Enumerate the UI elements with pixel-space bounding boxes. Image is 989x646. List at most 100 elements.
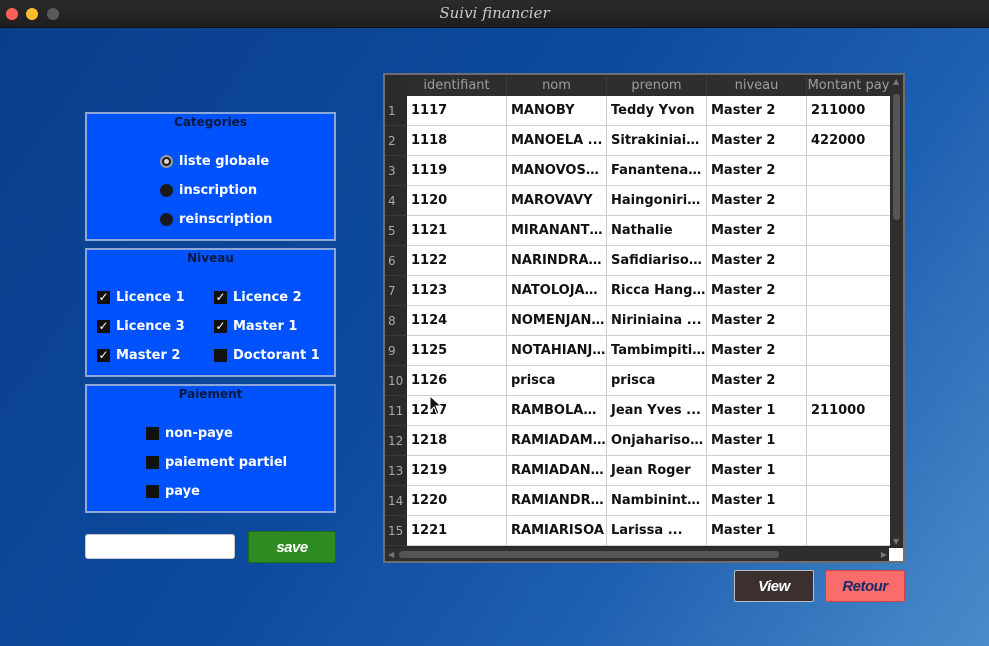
table-cell[interactable]: RAMBOLAMA... xyxy=(507,396,607,426)
row-number[interactable]: 15 xyxy=(385,516,407,546)
table-row[interactable]: 1126 prisca prisca Master 2 xyxy=(407,366,891,396)
view-button[interactable]: View xyxy=(734,570,814,602)
table-cell[interactable]: Jean Yves ... xyxy=(607,396,707,426)
table-row[interactable]: 1120MAROVAVYHaingonirina ...Master 2 xyxy=(407,186,891,216)
table-cell[interactable]: Master 2 xyxy=(707,306,807,336)
column-header[interactable]: nom xyxy=(507,76,607,96)
table-cell[interactable]: Teddy Yvon xyxy=(607,96,707,126)
table-cell[interactable]: Niriniaina ... xyxy=(607,306,707,336)
table-cell[interactable]: 1123 xyxy=(407,276,507,306)
table-row[interactable]: 1117 MANOBY Teddy Yvon Master 2 211000 xyxy=(407,96,891,126)
table-cell[interactable] xyxy=(807,486,891,516)
row-number[interactable]: 6 xyxy=(385,246,407,276)
table-cell[interactable] xyxy=(807,336,891,366)
radio-inscription[interactable]: inscription xyxy=(160,183,257,198)
table-row[interactable]: 1221 RAMIARISOA Larissa ... Master 1 xyxy=(407,516,891,546)
table-cell[interactable]: Master 2 xyxy=(707,156,807,186)
table-cell[interactable]: 1126 xyxy=(407,366,507,396)
table-cell[interactable] xyxy=(807,516,891,546)
table-cell[interactable] xyxy=(807,186,891,216)
table-cell[interactable]: Master 2 xyxy=(707,126,807,156)
vertical-scroll-thumb[interactable] xyxy=(893,94,900,220)
table-cell[interactable] xyxy=(807,276,891,306)
table-cell[interactable]: Nathalie xyxy=(607,216,707,246)
table-row[interactable]: 1125NOTAHIANJA...Tambimpitiav...Master 2 xyxy=(407,336,891,366)
table-cell[interactable]: Master 2 xyxy=(707,336,807,366)
table-row[interactable]: 1124 NOMENJANA... Niriniaina ... Master 2 xyxy=(407,306,891,336)
table-cell[interactable]: Larissa ... xyxy=(607,516,707,546)
table-cell[interactable] xyxy=(807,426,891,456)
students-table[interactable]: identifiant nom prenom niveau Montant pay 12… xyxy=(383,73,905,563)
table-row[interactable]: 1121MIRANANTEN...NathalieMaster 2 xyxy=(407,216,891,246)
table-cell[interactable]: RAMIARISOA xyxy=(507,516,607,546)
table-row[interactable]: 1123NATOLOJAN...Ricca HangsonMaster 2 xyxy=(407,276,891,306)
table-cell[interactable]: Fanantenana... xyxy=(607,156,707,186)
table-row[interactable]: 1118MANOELA ...Sitrakiniaina ...Master 2… xyxy=(407,126,891,156)
row-number[interactable]: 14 xyxy=(385,486,407,516)
column-header[interactable]: Montant pay xyxy=(807,76,891,96)
table-cell[interactable]: Ricca Hangson xyxy=(607,276,707,306)
table-row[interactable]: 1122NARINDRANI...Safidiarisoa ...Master … xyxy=(407,246,891,276)
checkbox-licence-2[interactable]: ✓ Licence 2 xyxy=(214,290,302,305)
table-cell[interactable]: 1218 xyxy=(407,426,507,456)
table-cell[interactable]: NOTAHIANJA... xyxy=(507,336,607,366)
table-cell[interactable]: Master 2 xyxy=(707,246,807,276)
checkbox-master-1[interactable]: ✓ Master 1 xyxy=(214,319,297,334)
table-cell[interactable]: 1125 xyxy=(407,336,507,366)
table-cell[interactable]: MANOVOSOA... xyxy=(507,156,607,186)
table-cell[interactable]: 211000 xyxy=(807,396,891,426)
table-cell[interactable]: Jean Roger xyxy=(607,456,707,486)
scroll-left-icon[interactable]: ◀ xyxy=(388,550,394,559)
table-cell[interactable]: 1122 xyxy=(407,246,507,276)
table-row[interactable]: 1218RAMIADAMAL...Onjaharisoa ...Master 1 xyxy=(407,426,891,456)
table-cell[interactable]: 1219 xyxy=(407,456,507,486)
horizontal-scroll-thumb[interactable] xyxy=(399,551,779,558)
radio-liste-globale[interactable]: liste globale xyxy=(160,154,269,169)
table-cell[interactable]: Master 1 xyxy=(707,516,807,546)
table-cell[interactable]: RAMIADANAR... xyxy=(507,456,607,486)
checkbox-paye[interactable]: paye xyxy=(146,484,200,499)
table-cell[interactable]: Master 2 xyxy=(707,186,807,216)
table-cell[interactable]: 211000 xyxy=(807,96,891,126)
table-cell[interactable]: Master 1 xyxy=(707,486,807,516)
row-number[interactable]: 13 xyxy=(385,456,407,486)
table-cell[interactable]: 1120 xyxy=(407,186,507,216)
table-cell[interactable]: RAMIANDRIS... xyxy=(507,486,607,516)
table-cell[interactable]: 1217 xyxy=(407,396,507,426)
checkbox-paiement-partiel[interactable]: paiement partiel xyxy=(146,455,287,470)
table-cell[interactable]: 422000 xyxy=(807,126,891,156)
horizontal-scrollbar[interactable]: ◀ ▶ xyxy=(385,548,890,561)
table-row[interactable]: 1217RAMBOLAMA...Jean Yves ...Master 1211… xyxy=(407,396,891,426)
checkbox-master-2[interactable]: ✓ Master 2 xyxy=(97,348,180,363)
column-header[interactable]: niveau xyxy=(707,76,807,96)
column-header[interactable]: identifiant xyxy=(407,76,507,96)
row-number[interactable]: 5 xyxy=(385,216,407,246)
table-cell[interactable]: prisca xyxy=(607,366,707,396)
vertical-scrollbar[interactable]: ▲ ▼ xyxy=(890,76,903,547)
table-cell[interactable]: Nambinintso... xyxy=(607,486,707,516)
table-cell[interactable]: 1220 xyxy=(407,486,507,516)
table-cell[interactable]: MAROVAVY xyxy=(507,186,607,216)
row-number[interactable]: 7 xyxy=(385,276,407,306)
table-cell[interactable]: RAMIADAMAL... xyxy=(507,426,607,456)
row-number[interactable]: 8 xyxy=(385,306,407,336)
row-number[interactable]: 4 xyxy=(385,186,407,216)
table-cell[interactable]: Tambimpitiav... xyxy=(607,336,707,366)
table-cell[interactable] xyxy=(807,306,891,336)
table-cell[interactable]: MANOBY xyxy=(507,96,607,126)
checkbox-doctorant-1[interactable]: Doctorant 1 xyxy=(214,348,320,363)
table-cell[interactable]: Safidiarisoa ... xyxy=(607,246,707,276)
table-cell[interactable]: Haingonirina ... xyxy=(607,186,707,216)
checkbox-licence-1[interactable]: ✓ Licence 1 xyxy=(97,290,185,305)
radio-reinscription[interactable]: reinscription xyxy=(160,212,272,227)
table-cell[interactable]: MIRANANTEN... xyxy=(507,216,607,246)
table-cell[interactable]: Sitrakiniaina ... xyxy=(607,126,707,156)
table-cell[interactable] xyxy=(807,366,891,396)
table-cell[interactable]: 1124 xyxy=(407,306,507,336)
table-cell[interactable] xyxy=(807,216,891,246)
table-cell[interactable]: NATOLOJAN... xyxy=(507,276,607,306)
checkbox-non-paye[interactable]: non-paye xyxy=(146,426,233,441)
retour-button[interactable]: Retour xyxy=(825,570,905,602)
column-header[interactable]: prenom xyxy=(607,76,707,96)
row-number[interactable]: 11 xyxy=(385,396,407,426)
